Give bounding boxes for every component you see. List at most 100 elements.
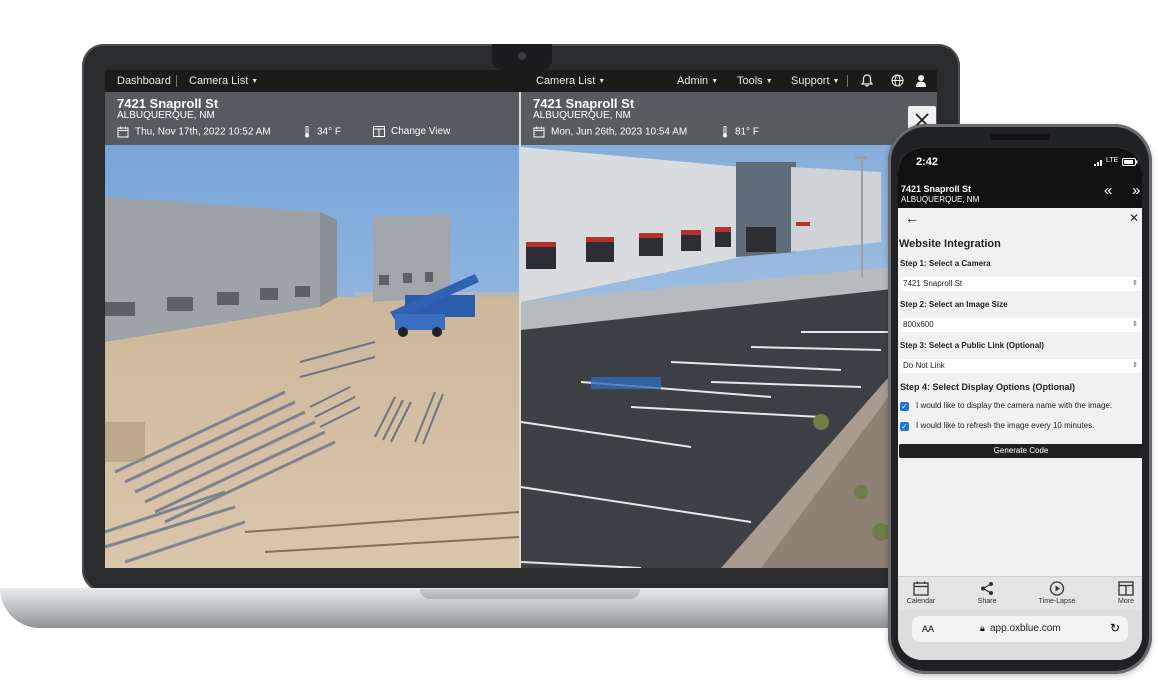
camera-address: 7421 Snaproll St bbox=[901, 184, 972, 194]
step2-label: Step 2: Select an Image Size bbox=[900, 300, 1008, 309]
play-circle-icon bbox=[1049, 581, 1065, 596]
calendar-icon bbox=[117, 126, 129, 138]
tab-share[interactable]: Share bbox=[962, 581, 1012, 605]
tab-more[interactable]: More bbox=[1101, 581, 1142, 605]
panel-title: Website Integration bbox=[899, 238, 1001, 250]
nav-support[interactable]: Support ▼ bbox=[791, 75, 839, 87]
double-chevron-left-icon[interactable]: « bbox=[1104, 182, 1112, 199]
image-size-select-value: 800x600 bbox=[903, 320, 934, 329]
camera-info-bar-left: 7421 Snaproll St ALBUQUERQUE, NM Thu, No… bbox=[105, 92, 519, 145]
signal-icon bbox=[1094, 157, 1104, 169]
lock-icon: 🔒︎ bbox=[980, 623, 985, 633]
phone-speaker bbox=[990, 134, 1050, 140]
camera-address: 7421 Snaproll St bbox=[117, 96, 219, 111]
nav-admin-label: Admin bbox=[677, 75, 709, 87]
thermometer-icon bbox=[305, 126, 309, 138]
website-integration-panel: ← ✕ Website Integration Step 1: Select a… bbox=[898, 208, 1142, 576]
globe-icon[interactable] bbox=[891, 74, 904, 90]
camera-datetime[interactable]: Mon, Jun 26th, 2023 10:54 AM bbox=[533, 126, 687, 138]
camera-city: ALBUQUERQUE, NM bbox=[901, 195, 980, 204]
tab-time-lapse-label: Time-Lapse bbox=[1038, 598, 1076, 605]
thermometer-icon bbox=[723, 126, 727, 138]
address-bar[interactable]: AA 🔒︎ app.oxblue.com ↻ bbox=[912, 616, 1128, 642]
close-icon[interactable]: ✕ bbox=[1129, 211, 1139, 225]
camera-view-left[interactable]: 7421 Snaproll St ALBUQUERQUE, NM Thu, No… bbox=[105, 92, 519, 568]
tab-time-lapse[interactable]: Time-Lapse bbox=[1032, 581, 1082, 605]
caret-down-icon: ▼ bbox=[251, 78, 259, 85]
construction-site-photo bbox=[105, 92, 519, 568]
select-arrows-icon: ⇳ bbox=[1132, 321, 1138, 328]
browser-bar: AA 🔒︎ app.oxblue.com ↻ bbox=[898, 610, 1142, 660]
phone-tab-bar: Calendar Share Time-Lapse More bbox=[898, 576, 1142, 611]
camera-info-bar-right: 7421 Snaproll St ALBUQUERQUE, NM Mon, Ju… bbox=[521, 92, 937, 145]
nav-admin[interactable]: Admin ▼ bbox=[677, 75, 718, 87]
refresh-checkbox[interactable]: ✓ bbox=[900, 422, 909, 431]
camera-city: ALBUQUERQUE, NM bbox=[117, 110, 215, 121]
tab-calendar[interactable]: Calendar bbox=[898, 581, 946, 605]
phone-time: 2:42 bbox=[916, 156, 939, 168]
caret-down-icon: ▼ bbox=[711, 78, 719, 85]
nav-camera-list-center[interactable]: Camera List ▼ bbox=[536, 75, 605, 87]
layout-icon bbox=[373, 126, 385, 137]
laptop-webcam bbox=[518, 52, 526, 60]
calendar-icon bbox=[533, 126, 545, 138]
camera-city: ALBUQUERQUE, NM bbox=[533, 110, 631, 121]
step1-label: Step 1: Select a Camera bbox=[900, 259, 991, 268]
caret-down-icon: ▼ bbox=[598, 78, 606, 85]
generate-code-button[interactable]: Generate Code bbox=[899, 444, 1142, 458]
public-link-select[interactable]: Do Not Link ⇳ bbox=[900, 359, 1142, 373]
phone-status-bar: 2:42 LTE bbox=[898, 148, 1142, 176]
nav-camera-list-center-label: Camera List bbox=[536, 75, 596, 87]
laptop-base-groove bbox=[420, 589, 640, 599]
select-arrows-icon: ⇳ bbox=[1132, 362, 1138, 369]
layout-icon bbox=[1118, 581, 1134, 596]
camera-datetime-label: Thu, Nov 17th, 2022 10:52 AM bbox=[135, 126, 271, 138]
change-view-label: Change View bbox=[391, 126, 451, 138]
camera-temperature-label: 34° F bbox=[317, 126, 342, 138]
nav-support-label: Support bbox=[791, 75, 830, 87]
nav-camera-list-label: Camera List bbox=[189, 75, 249, 87]
nav-dashboard[interactable]: Dashboard bbox=[117, 75, 171, 87]
display-name-option: I would like to display the camera name … bbox=[916, 401, 1113, 410]
display-name-checkbox[interactable]: ✓ bbox=[900, 402, 909, 411]
camera-temperature-label: 81° F bbox=[735, 126, 760, 138]
camera-temperature: 81° F bbox=[721, 126, 759, 138]
tab-more-label: More bbox=[1118, 598, 1134, 605]
camera-select[interactable]: 7421 Snaproll St ⇳ bbox=[900, 277, 1142, 291]
step3-label: Step 3: Select a Public Link (Optional) bbox=[900, 341, 1045, 350]
double-chevron-right-icon[interactable]: » bbox=[1132, 182, 1140, 199]
nav-camera-list[interactable]: Camera List ▼ bbox=[189, 75, 258, 87]
laptop-screen: Dashboard Camera List ▼ Camera List ▼ Admi… bbox=[105, 70, 937, 568]
text-size-button[interactable]: AA bbox=[922, 624, 934, 634]
phone-screen: 2:42 LTE 7421 Snaproll St ALBUQUERQUE, N… bbox=[898, 148, 1142, 660]
network-type: LTE bbox=[1106, 157, 1119, 164]
bell-icon[interactable] bbox=[860, 74, 874, 90]
camera-view-right[interactable]: 7421 Snaproll St ALBUQUERQUE, NM Mon, Ju… bbox=[521, 92, 937, 568]
camera-select-value: 7421 Snaproll St bbox=[903, 279, 963, 288]
camera-datetime-label: Mon, Jun 26th, 2023 10:54 AM bbox=[551, 126, 688, 138]
tab-share-label: Share bbox=[977, 598, 997, 605]
back-arrow-icon[interactable]: ← bbox=[905, 210, 919, 226]
url-text: app.oxblue.com bbox=[990, 623, 1061, 634]
share-icon bbox=[981, 582, 993, 595]
camera-datetime[interactable]: Thu, Nov 17th, 2022 10:52 AM bbox=[117, 126, 271, 138]
select-arrows-icon: ⇳ bbox=[1132, 280, 1138, 287]
reload-icon[interactable]: ↻ bbox=[1110, 621, 1120, 635]
public-link-select-value: Do Not Link bbox=[903, 361, 945, 370]
nav-separator bbox=[176, 75, 177, 87]
battery-icon bbox=[1122, 157, 1138, 169]
top-navigation: Dashboard Camera List ▼ Camera List ▼ Admi… bbox=[105, 70, 937, 92]
nav-separator bbox=[847, 75, 848, 87]
refresh-option: I would like to refresh the image every … bbox=[916, 421, 1095, 430]
camera-address: 7421 Snaproll St bbox=[533, 96, 635, 111]
caret-down-icon: ▼ bbox=[765, 78, 773, 85]
image-size-select[interactable]: 800x600 ⇳ bbox=[900, 318, 1142, 332]
change-view-button[interactable]: Change View bbox=[373, 126, 450, 137]
nav-tools[interactable]: Tools ▼ bbox=[737, 75, 773, 87]
caret-down-icon: ▼ bbox=[832, 78, 840, 85]
user-icon[interactable] bbox=[915, 74, 927, 90]
step4-label: Step 4: Select Display Options (Optional… bbox=[900, 382, 1076, 392]
phone-camera-header: 7421 Snaproll St ALBUQUERQUE, NM « » bbox=[898, 176, 1142, 208]
finished-building-photo bbox=[521, 92, 937, 568]
nav-tools-label: Tools bbox=[737, 75, 763, 87]
